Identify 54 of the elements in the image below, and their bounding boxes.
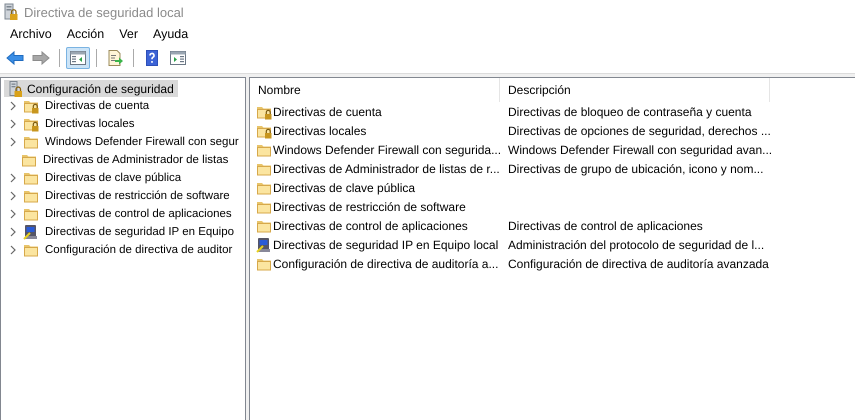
table-cell: Configuración de directiva de auditoría avanzada [508, 256, 769, 270]
expand-chevron-icon[interactable] [9, 209, 17, 219]
table-cell[interactable]: Directivas de control de aplicaciones [273, 218, 468, 232]
expand-chevron-icon[interactable] [9, 191, 17, 201]
menu-item[interactable]: Archivo [4, 27, 58, 41]
tree-item[interactable]: Configuración de directiva de auditor [43, 244, 234, 256]
folder-icon [23, 188, 39, 204]
tree-pane-icon[interactable] [66, 47, 90, 69]
tree-item[interactable]: Configuración de seguridad [4, 80, 178, 97]
table-cell[interactable]: Directivas de seguridad IP en Equipo local [273, 238, 498, 252]
tree-item[interactable]: Directivas de Administrador de listas [41, 154, 230, 166]
table-cell: Windows Defender Firewall con seguridad avan... [508, 142, 772, 156]
table-cell[interactable]: Configuración de directiva de auditoría a... [273, 256, 498, 270]
table-cell[interactable]: Directivas locales [273, 124, 366, 138]
folder-icon [23, 206, 39, 222]
app-icon [3, 3, 19, 21]
table-cell[interactable]: Directivas de restricción de software [273, 200, 466, 214]
tree-item[interactable]: Windows Defender Firewall con segur [43, 136, 241, 148]
menu-item[interactable]: Ayuda [146, 27, 194, 41]
table-cell: Directivas de opciones de seguridad, derechos ... [508, 124, 771, 138]
tree-item[interactable]: Directivas de restricción de software [43, 190, 232, 202]
expand-chevron-icon[interactable] [9, 227, 17, 237]
table-cell[interactable]: Directivas de Administrador de listas de r... [273, 162, 500, 176]
table-cell[interactable]: Directivas de cuenta [273, 104, 382, 118]
locked-folder-icon [23, 116, 39, 132]
tree-item[interactable]: Directivas de clave pública [43, 172, 184, 184]
table-cell: Administración del protocolo de seguridad de l... [508, 238, 764, 252]
tree-item[interactable]: Directivas de control de aplicaciones [43, 208, 234, 220]
column-header[interactable]: Descripción [500, 78, 770, 102]
window-title: Directiva de seguridad local [24, 4, 184, 20]
expand-chevron-icon[interactable] [9, 173, 17, 183]
locked-folder-icon [23, 98, 39, 114]
table-cell[interactable]: Windows Defender Firewall con segurida... [273, 142, 502, 156]
expand-chevron-icon[interactable] [9, 119, 17, 129]
folder-icon [23, 134, 39, 150]
table-cell: Directivas de bloqueo de contraseña y cuenta [508, 104, 752, 118]
folder-icon [23, 170, 39, 186]
menu-item[interactable]: Ver [113, 27, 144, 41]
tree-item[interactable]: Directivas locales [43, 118, 136, 130]
security-icon [8, 80, 24, 96]
folder-icon [23, 242, 39, 258]
computer-key-icon [256, 236, 272, 252]
menu-item[interactable]: Acción [60, 27, 110, 41]
tree-item[interactable]: Directivas de cuenta [43, 100, 152, 112]
tree-item[interactable]: Directivas de seguridad IP en Equipo [43, 226, 236, 238]
expand-chevron-icon[interactable] [9, 101, 17, 111]
expand-chevron-icon[interactable] [9, 137, 17, 147]
computer-key-icon [23, 224, 39, 240]
table-cell[interactable]: Directivas de clave pública [273, 180, 416, 194]
table-cell: Directivas de control de aplicaciones [508, 218, 703, 232]
table-cell: Directivas de grupo de ubicación, icono y nom... [508, 162, 764, 176]
expand-chevron-icon[interactable] [9, 245, 17, 255]
column-header[interactable]: Nombre [250, 78, 500, 102]
folder-icon [21, 152, 37, 168]
